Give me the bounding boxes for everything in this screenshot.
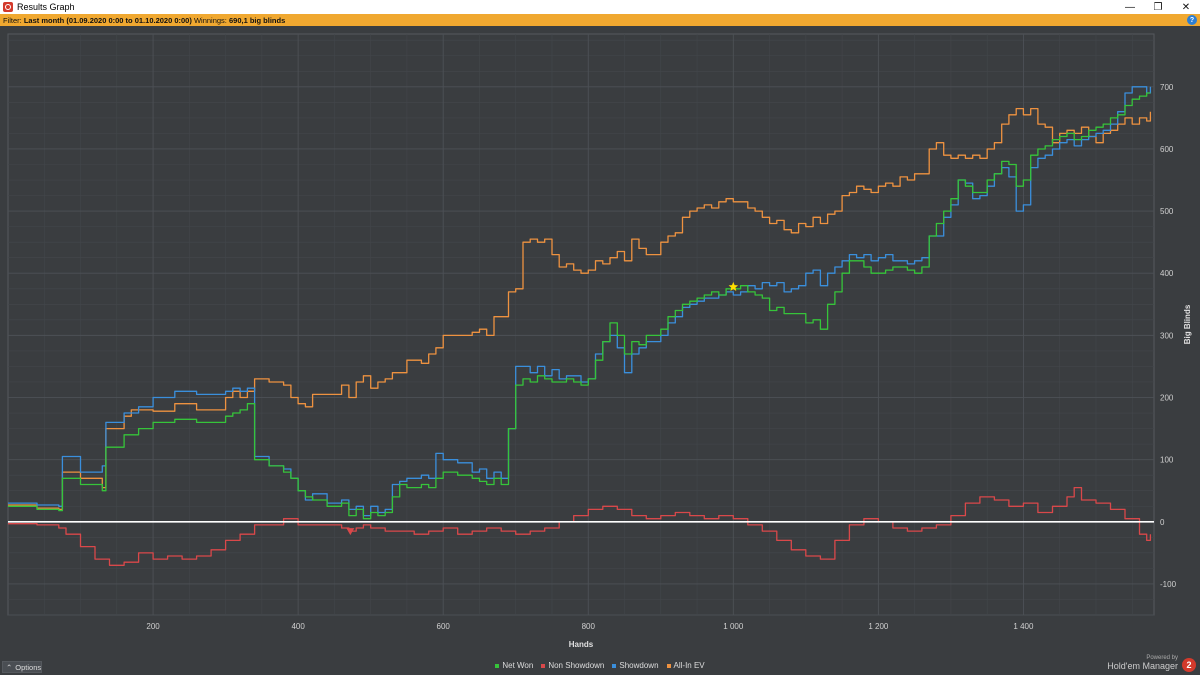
title-bar: Results Graph — ❐ ✕ [0, 0, 1200, 14]
x-tick-label: 400 [291, 622, 305, 631]
help-icon[interactable]: ? [1187, 15, 1197, 25]
app-logo-icon [3, 2, 13, 12]
chart-legend: Net Won Non Showdown Showdown All-In EV [0, 661, 1200, 670]
y-tick-label: 200 [1160, 394, 1174, 403]
legend-swatch [541, 663, 546, 668]
y-tick-label: 100 [1160, 456, 1174, 465]
restore-button[interactable]: ❐ [1144, 0, 1172, 14]
x-tick-label: 600 [437, 622, 451, 631]
legend-label: Net Won [502, 661, 534, 670]
winnings-label: Winnings: [193, 15, 227, 25]
x-tick-label: 800 [582, 622, 596, 631]
legend-label: Non Showdown [548, 661, 605, 670]
window-controls: — ❐ ✕ [1116, 0, 1200, 14]
winnings-value: 690,1 big blinds [228, 15, 286, 25]
close-button[interactable]: ✕ [1172, 0, 1200, 14]
y-tick-label: 700 [1160, 83, 1174, 92]
y-tick-label: 500 [1160, 207, 1174, 216]
filter-value: Last month (01.09.2020 0:00 to 01.10.202… [23, 15, 192, 25]
legend-item-non-showdown[interactable]: Non Showdown [541, 661, 604, 670]
footer: ⌃ Options Net Won Non Showdown Showdown … [0, 655, 1200, 675]
plot-area [7, 33, 1155, 616]
window-title: Results Graph [17, 2, 75, 12]
legend-label: All-In EV [673, 661, 705, 670]
legend-swatch [495, 663, 500, 668]
y-tick-label: -100 [1160, 580, 1177, 589]
y-tick-label: 600 [1160, 145, 1174, 154]
legend-swatch [612, 663, 617, 668]
legend-label: Showdown [619, 661, 659, 670]
x-axis-label: Hands [569, 640, 594, 649]
filter-bar[interactable]: Filter: Last month (01.09.2020 0:00 to 0… [0, 14, 1200, 26]
legend-swatch [666, 663, 671, 668]
y-tick-label: 400 [1160, 269, 1174, 278]
minimize-button[interactable]: — [1116, 0, 1144, 14]
brand-logo-icon: 2 [1182, 658, 1196, 672]
x-tick-label: 1 400 [1013, 622, 1034, 631]
brand-block: Powered by Hold'em Manager [1107, 655, 1178, 671]
y-tick-label: 0 [1160, 518, 1165, 527]
x-tick-label: 1 200 [868, 622, 889, 631]
brand-name: Hold'em Manager [1107, 661, 1178, 671]
y-tick-label: 300 [1160, 331, 1174, 340]
filter-label: Filter: [3, 15, 22, 25]
legend-item-all-in-ev[interactable]: All-In EV [666, 661, 705, 670]
legend-item-showdown[interactable]: Showdown [612, 661, 659, 670]
y-axis-label: Big Blinds [1183, 304, 1192, 344]
results-graph[interactable]: 700 600 500 400 300 200 100 0 -100 200 400 600 800 1 … [0, 26, 1200, 655]
legend-item-net-won[interactable]: Net Won [495, 661, 533, 670]
x-tick-label: 1 000 [723, 622, 744, 631]
x-tick-label: 200 [146, 622, 160, 631]
